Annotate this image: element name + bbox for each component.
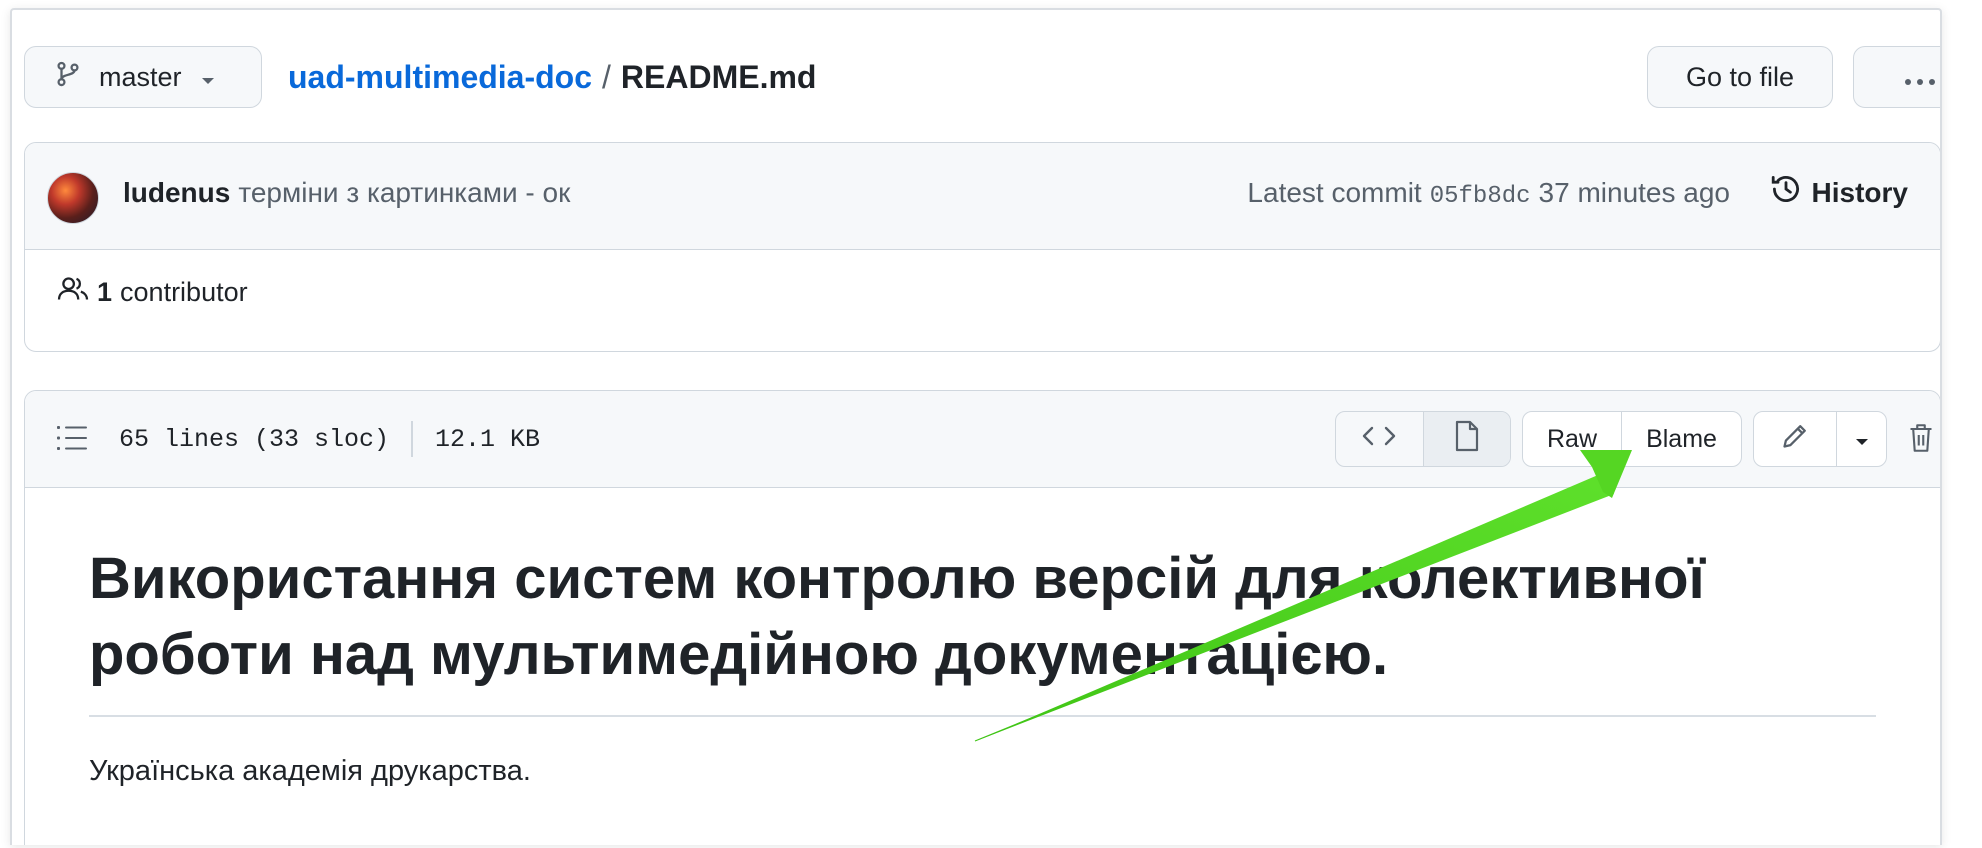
commit-message[interactable]: терміни з картинками - ок — [238, 177, 570, 209]
raw-button[interactable]: Raw — [1523, 412, 1621, 466]
edit-options-dropdown[interactable] — [1836, 412, 1886, 466]
commit-author[interactable]: ludenus — [123, 177, 230, 209]
history-label: History — [1811, 176, 1908, 208]
trash-icon[interactable] — [1909, 423, 1933, 458]
edit-file-button[interactable] — [1754, 412, 1836, 466]
readme-heading: Використання систем контролю версій для … — [89, 487, 1876, 717]
raw-blame-group: Raw Blame — [1522, 411, 1742, 467]
blame-button[interactable]: Blame — [1621, 412, 1741, 466]
github-file-view: master uad-multimedia-doc / README.md Go… — [10, 8, 1942, 845]
readme-paragraph: Українська академія друкарства. — [89, 755, 531, 787]
code-icon — [1362, 424, 1396, 455]
branch-name: master — [99, 61, 182, 92]
latest-commit-box: ludenus терміни з картинками - ок Latest… — [24, 142, 1940, 352]
commit-time: 37 minutes ago — [1538, 177, 1730, 208]
avatar[interactable] — [47, 172, 99, 224]
contributor-count: 1 — [97, 277, 113, 307]
file-line-count: 65 lines (33 sloc) — [119, 424, 390, 454]
git-branch-icon — [55, 59, 81, 96]
commit-sha[interactable]: 05fb8dc — [1430, 183, 1531, 210]
view-mode-toggle — [1335, 411, 1511, 467]
breadcrumb-separator: / — [602, 58, 611, 95]
history-button[interactable]: History — [1770, 173, 1908, 212]
file-content-box: 65 lines (33 sloc) 12.1 KB Raw Blame Вик… — [24, 390, 1940, 845]
file-size: 12.1 KB — [435, 424, 541, 454]
branch-select-button[interactable]: master — [24, 46, 262, 108]
people-icon — [57, 275, 89, 310]
chevron-down-icon — [1854, 425, 1870, 454]
divider — [411, 421, 414, 457]
chevron-down-icon — [200, 62, 216, 93]
readme-content: Використання систем контролю версій для … — [89, 487, 1876, 788]
latest-commit-info: Latest commit 05fb8dc 37 minutes ago — [1247, 177, 1730, 210]
file-name: README.md — [620, 58, 817, 95]
repo-link[interactable]: uad-multimedia-doc — [288, 59, 592, 96]
latest-commit-label: Latest commit — [1247, 177, 1422, 208]
code-view-button[interactable] — [1336, 412, 1423, 466]
breadcrumb: uad-multimedia-doc / README.md — [288, 46, 816, 108]
file-icon — [1454, 420, 1480, 459]
list-unordered-icon[interactable] — [57, 425, 87, 456]
edit-group — [1753, 411, 1887, 467]
commit-author-line: ludenus терміни з картинками - ок — [123, 177, 570, 209]
go-to-file-button[interactable]: Go to file — [1647, 46, 1833, 108]
kebab-horizontal-icon — [1903, 62, 1937, 93]
commit-header: ludenus терміни з картинками - ок Latest… — [25, 143, 1940, 250]
pencil-icon — [1781, 422, 1809, 457]
contributors-line[interactable]: 1 contributor — [57, 275, 248, 310]
contributor-label: contributor — [120, 277, 248, 307]
preview-view-button[interactable] — [1422, 412, 1510, 466]
more-options-button[interactable] — [1853, 46, 1940, 108]
file-header: 65 lines (33 sloc) 12.1 KB Raw Blame — [25, 391, 1940, 488]
file-navigation: master uad-multimedia-doc / README.md Go… — [24, 46, 1940, 108]
history-icon — [1770, 173, 1812, 212]
file-info: 65 lines (33 sloc) 12.1 KB — [119, 421, 540, 457]
